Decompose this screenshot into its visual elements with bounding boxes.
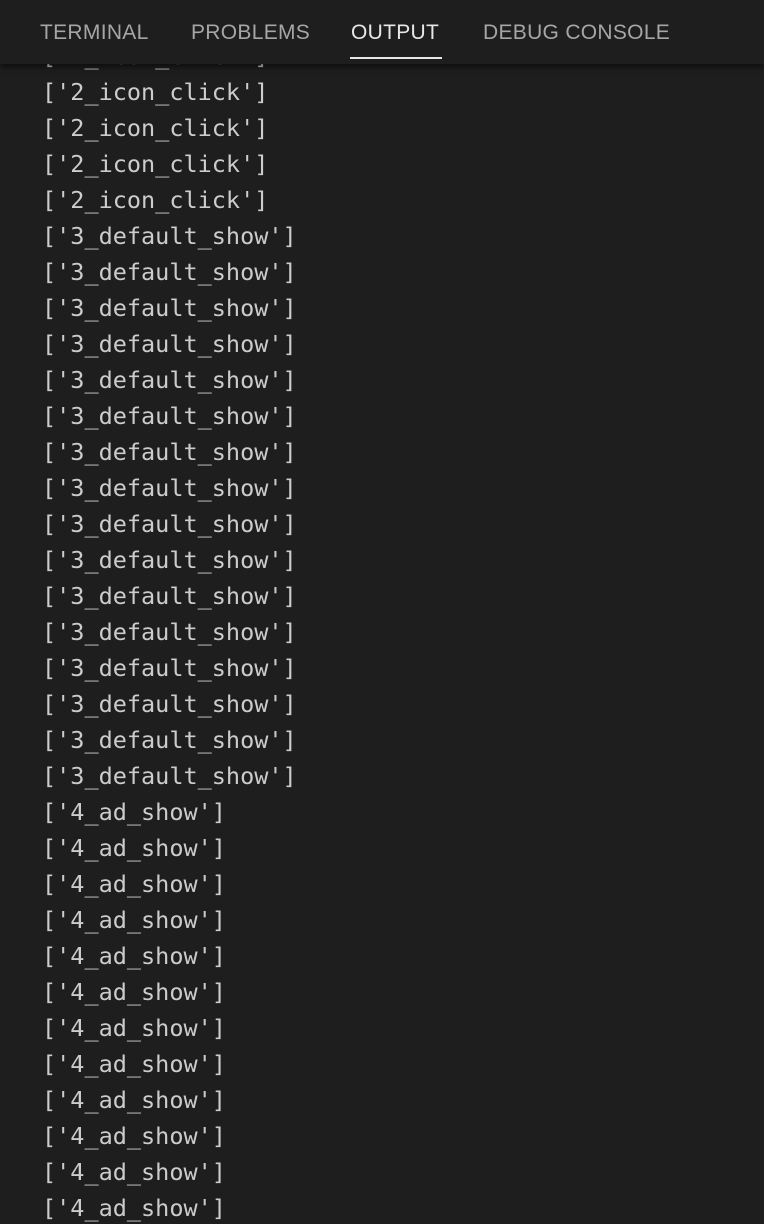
output-line: ['2_icon_click']: [42, 114, 269, 142]
output-line: ['3_default_show']: [42, 474, 297, 502]
output-line: ['3_default_show']: [42, 330, 297, 358]
output-line: ['3_default_show']: [42, 510, 297, 538]
output-line: ['4_ad_show']: [42, 1014, 226, 1042]
panel-tab-bar: TERMINAL PROBLEMS OUTPUT DEBUG CONSOLE: [0, 0, 764, 64]
output-line: ['3_default_show']: [42, 438, 297, 466]
output-line: ['4_ad_show']: [42, 870, 226, 898]
active-tab-indicator: [350, 57, 442, 59]
output-panel: TERMINAL PROBLEMS OUTPUT DEBUG CONSOLE […: [0, 0, 764, 1224]
output-line: ['3_default_show']: [42, 258, 297, 286]
output-line: ['3_default_show']: [42, 726, 297, 754]
output-line: ['3_default_show']: [42, 294, 297, 322]
output-line: ['3_default_show']: [42, 654, 297, 682]
output-line: ['2_icon_click']: [42, 150, 269, 178]
tab-debug-console[interactable]: DEBUG CONSOLE: [483, 20, 670, 46]
output-line: ['4_ad_show']: [42, 1194, 226, 1222]
output-line: ['4_ad_show']: [42, 1050, 226, 1078]
tab-output[interactable]: OUTPUT: [351, 20, 439, 46]
output-line: ['4_ad_show']: [42, 906, 226, 934]
output-line: ['3_default_show']: [42, 690, 297, 718]
output-line: ['3_default_show']: [42, 762, 297, 790]
output-line: ['3_default_show']: [42, 618, 297, 646]
output-line: ['4_ad_show']: [42, 942, 226, 970]
output-line: ['3_default_show']: [42, 366, 297, 394]
output-line: ['4_ad_show']: [42, 1158, 226, 1186]
tab-terminal[interactable]: TERMINAL: [40, 20, 149, 46]
output-line: ['2_icon_click']: [42, 78, 269, 106]
tab-problems[interactable]: PROBLEMS: [191, 20, 310, 46]
output-line: ['4_ad_show']: [42, 798, 226, 826]
output-line: ['4_ad_show']: [42, 1086, 226, 1114]
output-line: ['3_default_show']: [42, 546, 297, 574]
output-line: ['4_ad_show']: [42, 978, 226, 1006]
output-line: ['4_ad_show']: [42, 1122, 226, 1150]
output-line: ['3_default_show']: [42, 402, 297, 430]
output-line: ['3_default_show']: [42, 582, 297, 610]
output-line: ['2_icon_click']: [42, 186, 269, 214]
output-line: ['3_default_show']: [42, 222, 297, 250]
output-log[interactable]: ['2_icon_click'] ['2_icon_click'] ['2_icon…: [0, 38, 764, 1224]
output-line: ['4_ad_show']: [42, 834, 226, 862]
